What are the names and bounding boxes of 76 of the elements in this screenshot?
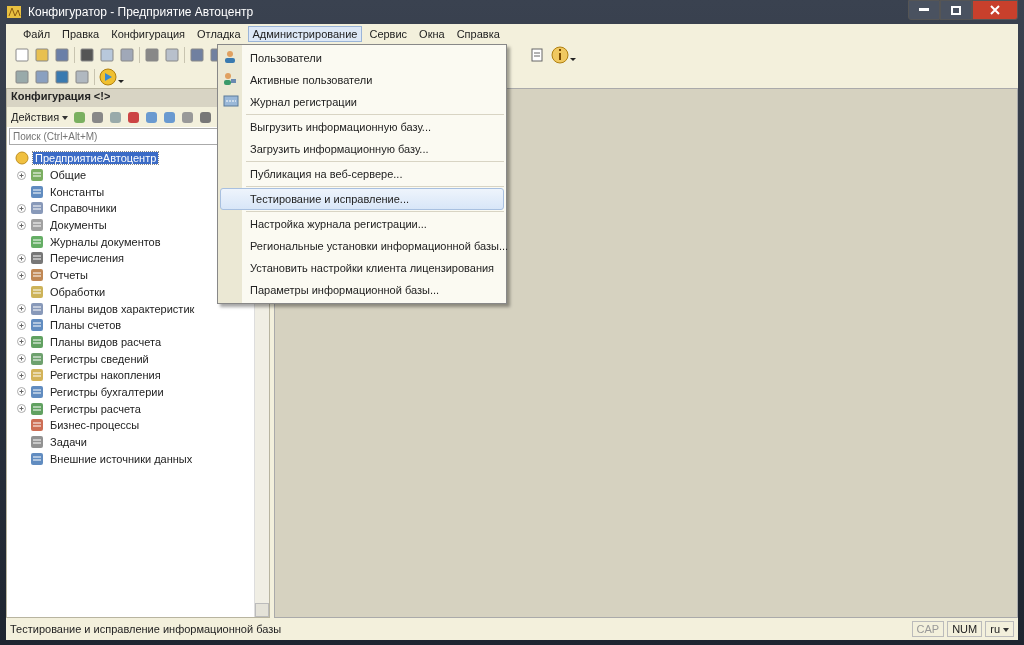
expand-icon[interactable] xyxy=(17,170,26,180)
menu-item[interactable]: Активные пользователи xyxy=(220,69,504,91)
toolbar-icon[interactable] xyxy=(163,110,177,124)
tree-item[interactable]: Регистры расчета xyxy=(48,402,143,415)
expand-icon[interactable] xyxy=(17,304,26,314)
tree-item[interactable]: Планы видов расчета xyxy=(48,335,164,348)
menu-item[interactable]: Правка xyxy=(57,26,105,42)
maximize-button[interactable] xyxy=(940,0,972,20)
tree-item[interactable]: Регистры бухгалтерии xyxy=(48,385,166,398)
minimize-button[interactable] xyxy=(908,0,940,20)
expand-icon[interactable] xyxy=(17,253,26,263)
users-icon xyxy=(223,72,237,86)
menu-item[interactable]: Установить настройки клиента лицензирования xyxy=(220,257,504,279)
expand-icon[interactable] xyxy=(17,404,26,414)
menu-item[interactable]: Справка xyxy=(451,26,505,42)
tree-item[interactable]: Планы счетов xyxy=(48,319,124,332)
menu-item[interactable]: Администрирование xyxy=(247,26,363,42)
toolbar-icon[interactable] xyxy=(73,110,87,124)
expand-icon[interactable] xyxy=(17,387,26,397)
app-icon xyxy=(6,4,22,20)
toolbar-icon[interactable] xyxy=(199,110,213,124)
window-title: Конфигуратор - Предприятие Автоцентр xyxy=(28,5,254,19)
toolbar-icon[interactable] xyxy=(109,110,123,124)
caret-icon xyxy=(62,116,69,121)
menu-item[interactable]: Конфигурация xyxy=(106,26,191,42)
tree-item[interactable]: Общие xyxy=(48,169,89,182)
expand-icon[interactable] xyxy=(17,203,26,213)
tree-item[interactable]: Регистры сведений xyxy=(48,352,151,365)
tree-item[interactable]: Обработки xyxy=(48,285,108,298)
close-icon xyxy=(990,5,1000,15)
minimize-icon xyxy=(919,8,929,12)
tree-item[interactable]: Перечисления xyxy=(48,252,126,265)
toolbar-icon[interactable] xyxy=(181,110,195,124)
key-indicator: CAP xyxy=(911,621,945,637)
log-icon xyxy=(223,94,239,108)
run-icon[interactable] xyxy=(99,68,125,86)
toolbar-icon[interactable] xyxy=(91,110,105,124)
tree-item[interactable]: Документы xyxy=(48,219,109,232)
menu-item[interactable]: Отладка xyxy=(192,26,246,42)
tree-item[interactable]: Журналы документов xyxy=(48,235,163,248)
caret-icon xyxy=(1003,628,1009,633)
menu-item[interactable]: Тестирование и исправление... xyxy=(220,188,504,210)
tree-item[interactable]: ПредприятиеАвтоцентр xyxy=(33,152,159,165)
expand-icon[interactable] xyxy=(17,370,26,380)
book-icon[interactable] xyxy=(529,47,545,63)
expand-icon[interactable] xyxy=(17,354,26,364)
expand-icon[interactable] xyxy=(17,320,26,330)
tree-item[interactable]: Задачи xyxy=(48,436,89,449)
tree-item[interactable]: Планы видов характеристик xyxy=(48,302,197,315)
menu-item[interactable]: Пользователи xyxy=(220,47,504,69)
maximize-icon xyxy=(951,5,961,15)
info-icon[interactable] xyxy=(551,46,577,64)
key-indicator: NUM xyxy=(947,621,983,637)
ball-icon xyxy=(15,151,29,166)
close-button[interactable] xyxy=(972,0,1018,20)
user-icon xyxy=(223,50,237,64)
language-selector[interactable]: ru xyxy=(985,621,1014,637)
actions-button[interactable]: Действия xyxy=(11,111,69,123)
toolbar-icon[interactable] xyxy=(127,110,141,124)
status-text: Тестирование и исправление информационной базы xyxy=(10,623,283,635)
menu-item[interactable]: Параметры информационной базы... xyxy=(220,279,504,301)
menu-item[interactable]: Настройка журнала регистрации... xyxy=(220,213,504,235)
tree-item[interactable]: Константы xyxy=(48,185,107,198)
toolbar-icon[interactable] xyxy=(145,110,159,124)
tree-item[interactable]: Регистры накопления xyxy=(48,369,163,382)
expand-icon[interactable] xyxy=(17,220,26,230)
tree-item[interactable]: Отчеты xyxy=(48,269,91,282)
menu-item[interactable]: Публикация на веб-сервере... xyxy=(220,163,504,185)
tree-item[interactable]: Справочники xyxy=(48,202,119,215)
menu-item[interactable]: Сервис xyxy=(364,26,413,42)
expand-icon[interactable] xyxy=(17,270,26,280)
menu-item[interactable]: Окна xyxy=(414,26,450,42)
tree-item[interactable]: Бизнес-процессы xyxy=(48,419,142,432)
tree-item[interactable]: Внешние источники данных xyxy=(48,452,195,465)
menu-item[interactable]: Файл xyxy=(18,26,56,42)
expand-icon[interactable] xyxy=(17,337,26,347)
